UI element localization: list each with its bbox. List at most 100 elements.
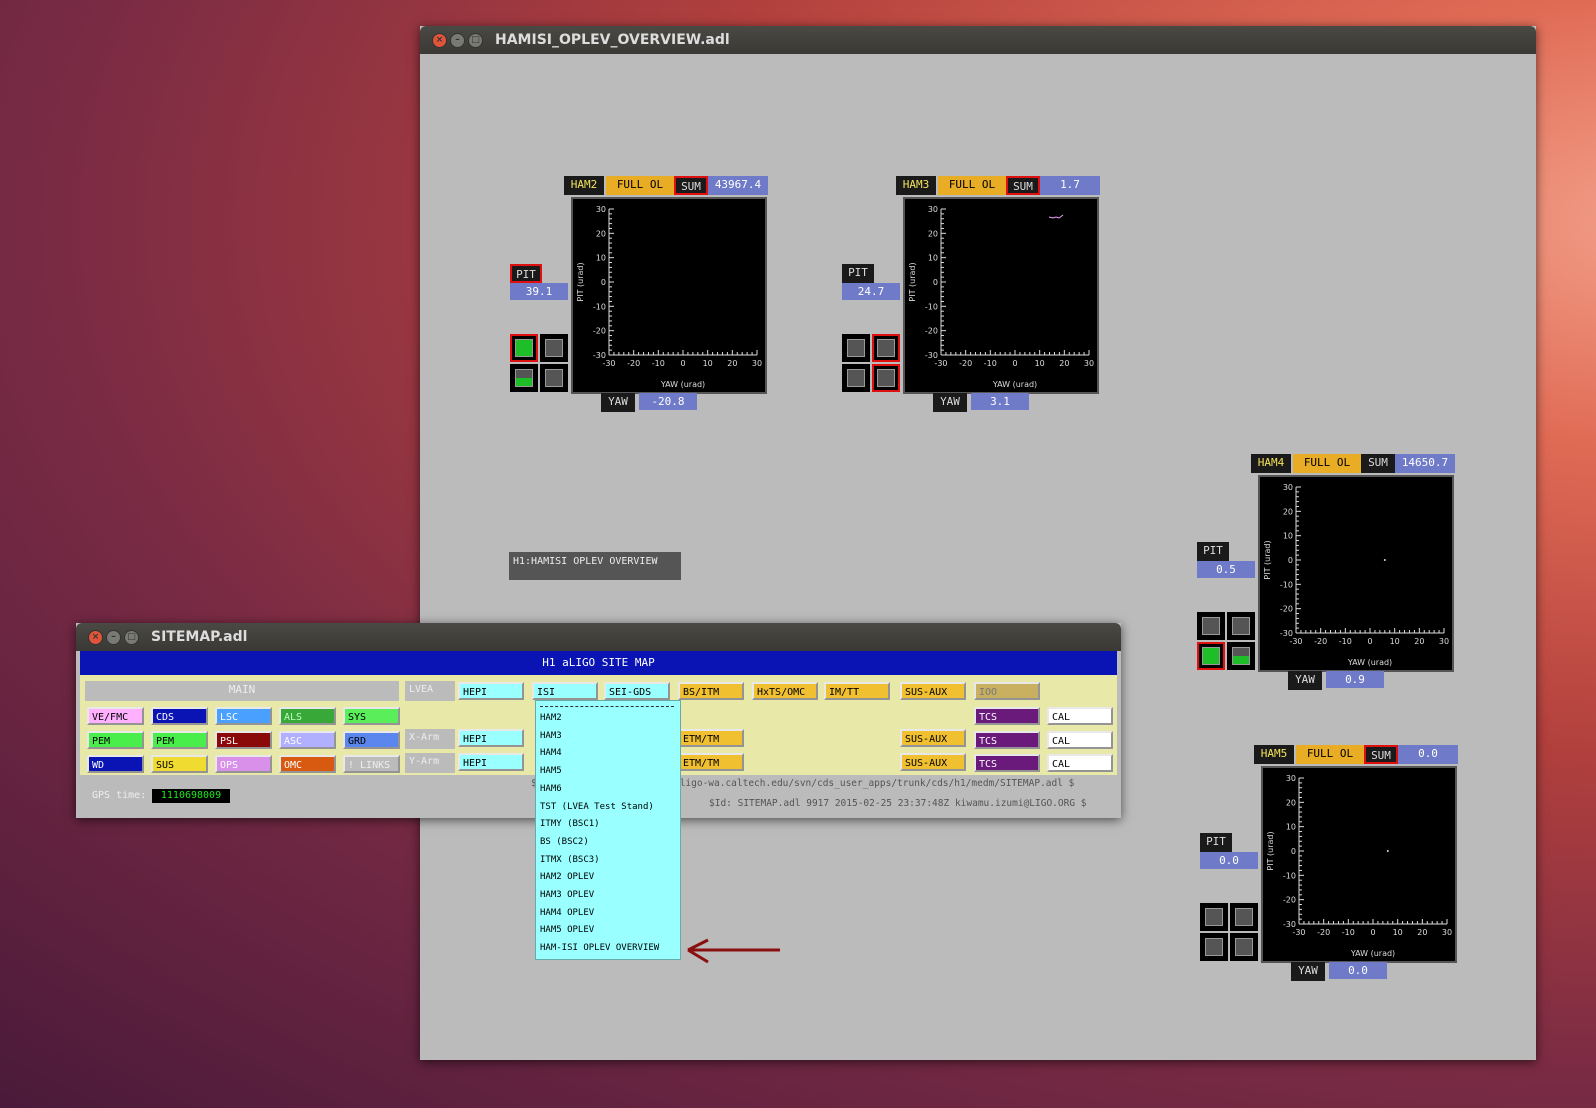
main-label: MAIN — [85, 681, 399, 701]
overview-titlebar[interactable]: × – □ HAMISI_OPLEV_OVERVIEW.adl — [420, 26, 1536, 54]
quadrant-led — [1235, 908, 1253, 926]
sitemap-button-cds[interactable]: CDS — [151, 707, 208, 725]
lvea-button-seigds[interactable]: SEI-GDS — [604, 682, 670, 700]
sitemap-button-ops[interactable]: OPS — [215, 755, 272, 773]
sitemap-button-omc[interactable]: OMC — [279, 755, 336, 773]
quadrant-indicator — [540, 334, 568, 362]
menu-item-ham3-oplev[interactable]: HAM3 OPLEV — [540, 890, 594, 900]
x-tick-label: -10 — [1339, 637, 1352, 646]
sitemap-button-als[interactable]: ALS — [279, 707, 336, 725]
menu-item-itmx-bsc3-[interactable]: ITMX (BSC3) — [540, 855, 600, 865]
minimize-icon[interactable]: – — [106, 630, 121, 645]
y-tick-label: 30 — [1286, 774, 1296, 783]
sitemap-button-vefmc[interactable]: VE/FMC — [87, 707, 144, 725]
yaw-label: YAW — [1288, 671, 1322, 690]
quadrant-led — [847, 369, 865, 387]
y-tick-label: 30 — [596, 205, 606, 214]
hepi-button[interactable]: HEPI — [458, 729, 524, 747]
quadrant-indicator — [510, 334, 538, 362]
isi-dropdown-menu[interactable]: HAM2 HAM3 HAM4 HAM5 HAM6 TST (LVEA Test Stand… — [535, 700, 681, 960]
sitemap-button-grd[interactable]: GRD — [343, 731, 400, 749]
close-icon[interactable]: × — [88, 630, 103, 645]
sitemap-button-lsc[interactable]: LSC — [215, 707, 272, 725]
lvea-button-hepi[interactable]: HEPI — [458, 682, 524, 700]
sitemap-button-sus[interactable]: SUS — [151, 755, 208, 773]
y-tick-label: 0 — [1291, 847, 1296, 856]
row-label-y-arm: Y-Arm — [405, 753, 455, 773]
cal-button[interactable]: CAL — [1047, 754, 1113, 772]
y-axis-label: PIT (urad) — [1266, 831, 1275, 870]
x-axis-label: YAW (urad) — [1350, 949, 1395, 958]
menu-item-tst-lvea-test-stand-[interactable]: TST (LVEA Test Stand) — [540, 802, 654, 812]
menu-item-ham2-oplev[interactable]: HAM2 OPLEV — [540, 872, 594, 882]
cal-button[interactable]: CAL — [1047, 707, 1113, 725]
menu-item-ham-isi-oplev-overview[interactable]: HAM-ISI OPLEV OVERVIEW — [540, 943, 659, 953]
window-title: HAMISI_OPLEV_OVERVIEW.adl — [495, 32, 730, 48]
sum-value: 14650.7 — [1395, 454, 1455, 473]
oplev-plot: 30 20 10 0 -10 -20 -30 -30 -20 -10 0 10 20 30 YAW (ura… — [1261, 766, 1457, 963]
quadrant-led — [1232, 617, 1250, 635]
quadrant-led — [847, 339, 865, 357]
x-tick-label: 10 — [1390, 637, 1400, 646]
lvea-button-ioo[interactable]: IOO — [974, 682, 1040, 700]
sitemap-button-psl[interactable]: PSL — [215, 731, 272, 749]
lvea-button-imtt[interactable]: IM/TT — [824, 682, 890, 700]
menu-item-ham4-oplev[interactable]: HAM4 OPLEV — [540, 908, 594, 918]
quadrant-indicator — [872, 364, 900, 392]
sitemap-button-wd[interactable]: WD — [87, 755, 144, 773]
sus-aux-button[interactable]: SUS-AUX — [900, 729, 966, 747]
x-tick-label: 30 — [752, 359, 762, 368]
sitemap-title: SITEMAP.adl — [151, 629, 248, 645]
pit-value: 24.7 — [842, 283, 900, 300]
menu-item-ham5[interactable]: HAM5 — [540, 766, 562, 776]
menu-item-ham4[interactable]: HAM4 — [540, 748, 562, 758]
svn-id: $Id: SITEMAP.adl 9917 2015-02-25 23:37:4… — [709, 798, 1087, 809]
lvea-button-hxtsomc[interactable]: HxTS/OMC — [752, 682, 818, 700]
menu-item-ham3[interactable]: HAM3 — [540, 731, 562, 741]
sitemap-button-pem[interactable]: PEM — [87, 731, 144, 749]
quadrant-indicator — [1227, 642, 1255, 670]
pit-value: 0.5 — [1197, 561, 1255, 578]
menu-item-ham2[interactable]: HAM2 — [540, 713, 562, 723]
sitemap-button-links[interactable]: ! LINKS — [343, 755, 400, 773]
sum-value: 0.0 — [1398, 745, 1458, 764]
tcs-button[interactable]: TCS — [974, 707, 1040, 725]
etm-button[interactable]: ETM/TM — [678, 753, 744, 771]
yaw-value: 3.1 — [971, 393, 1029, 410]
lvea-button-bsitm[interactable]: BS/ITM — [678, 682, 744, 700]
sitemap-button-sys[interactable]: SYS — [343, 707, 400, 725]
quadrant-led — [1235, 938, 1253, 956]
yaw-value: 0.0 — [1329, 962, 1387, 979]
close-icon[interactable]: × — [432, 33, 447, 48]
maximize-icon[interactable]: □ — [468, 33, 483, 48]
menu-item-bs-bsc2-[interactable]: BS (BSC2) — [540, 837, 589, 847]
tcs-button[interactable]: TCS — [974, 731, 1040, 749]
yaw-value: -20.8 — [639, 393, 697, 410]
x-tick-label: -30 — [934, 359, 947, 368]
maximize-icon[interactable]: □ — [124, 630, 139, 645]
x-tick-label: -10 — [1342, 928, 1355, 937]
sitemap-button-asc[interactable]: ASC — [279, 731, 336, 749]
x-tick-label: -20 — [1317, 928, 1330, 937]
x-tick-label: 30 — [1084, 359, 1094, 368]
tcs-button[interactable]: TCS — [974, 754, 1040, 772]
menu-item-ham5-oplev[interactable]: HAM5 OPLEV — [540, 925, 594, 935]
sitemap-button-pem[interactable]: PEM — [151, 731, 208, 749]
x-tick-label: -30 — [1289, 637, 1302, 646]
y-tick-label: 0 — [933, 278, 938, 287]
x-tick-label: 30 — [1442, 928, 1452, 937]
sitemap-titlebar[interactable]: × – □ SITEMAP.adl — [76, 623, 1121, 651]
y-tick-label: 20 — [1286, 798, 1296, 807]
menu-tearoff[interactable] — [540, 706, 674, 707]
etm-button[interactable]: ETM/TM — [678, 729, 744, 747]
lvea-button-isi[interactable]: ISI — [532, 682, 598, 700]
sus-aux-button[interactable]: SUS-AUX — [900, 753, 966, 771]
cal-button[interactable]: CAL — [1047, 731, 1113, 749]
menu-item-ham6[interactable]: HAM6 — [540, 784, 562, 794]
hepi-button[interactable]: HEPI — [458, 753, 524, 771]
menu-item-itmy-bsc1-[interactable]: ITMY (BSC1) — [540, 819, 600, 829]
lvea-button-susaux[interactable]: SUS-AUX — [900, 682, 966, 700]
x-tick-label: -20 — [1314, 637, 1327, 646]
quadrant-indicator — [1227, 612, 1255, 640]
minimize-icon[interactable]: – — [450, 33, 465, 48]
